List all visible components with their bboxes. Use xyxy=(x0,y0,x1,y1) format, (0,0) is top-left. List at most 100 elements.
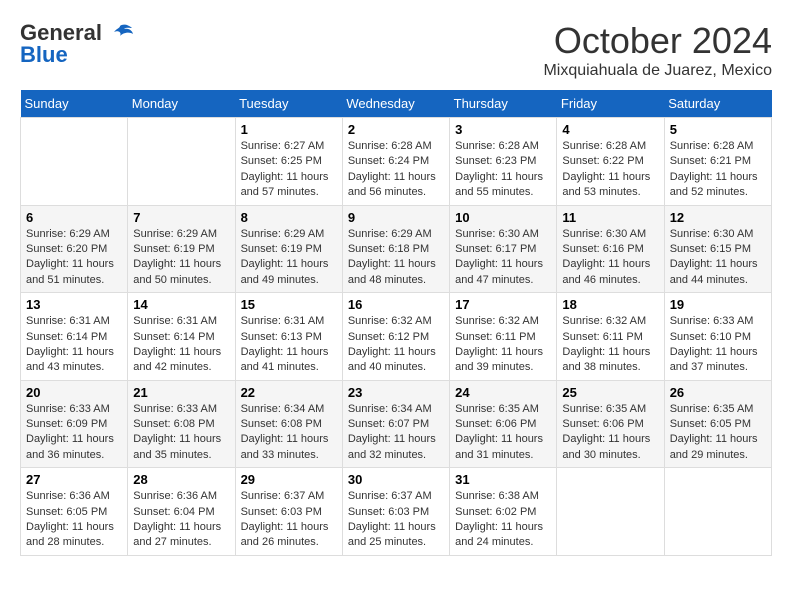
calendar-week-row: 20 Sunrise: 6:33 AMSunset: 6:09 PMDayligh… xyxy=(21,380,772,468)
day-number: 22 xyxy=(241,385,337,400)
day-number: 4 xyxy=(562,122,658,137)
day-number: 26 xyxy=(670,385,766,400)
day-number: 10 xyxy=(455,210,551,225)
day-info: Sunrise: 6:29 AMSunset: 6:19 PMDaylight:… xyxy=(241,227,337,289)
day-info: Sunrise: 6:31 AMSunset: 6:14 PMDaylight:… xyxy=(133,314,229,376)
day-info: Sunrise: 6:37 AMSunset: 6:03 PMDaylight:… xyxy=(348,489,444,551)
day-info: Sunrise: 6:29 AMSunset: 6:19 PMDaylight:… xyxy=(133,227,229,289)
day-number: 9 xyxy=(348,210,444,225)
logo-bird-icon xyxy=(106,24,134,42)
month-title: October 2024 xyxy=(543,20,772,62)
calendar-cell: 31 Sunrise: 6:38 AMSunset: 6:02 PMDayligh… xyxy=(450,468,557,556)
calendar-cell: 19 Sunrise: 6:33 AMSunset: 6:10 PMDayligh… xyxy=(664,293,771,381)
calendar-cell: 17 Sunrise: 6:32 AMSunset: 6:11 PMDayligh… xyxy=(450,293,557,381)
calendar-cell: 15 Sunrise: 6:31 AMSunset: 6:13 PMDayligh… xyxy=(235,293,342,381)
day-number: 23 xyxy=(348,385,444,400)
day-info: Sunrise: 6:33 AMSunset: 6:08 PMDaylight:… xyxy=(133,402,229,464)
day-info: Sunrise: 6:32 AMSunset: 6:11 PMDaylight:… xyxy=(562,314,658,376)
calendar-cell: 1 Sunrise: 6:27 AMSunset: 6:25 PMDaylight… xyxy=(235,118,342,206)
day-info: Sunrise: 6:30 AMSunset: 6:16 PMDaylight:… xyxy=(562,227,658,289)
logo-blue-text: Blue xyxy=(20,42,68,68)
day-number: 20 xyxy=(26,385,122,400)
day-info: Sunrise: 6:27 AMSunset: 6:25 PMDaylight:… xyxy=(241,139,337,201)
calendar-cell: 2Sunrise: 6:28 AMSunset: 6:24 PMDaylight… xyxy=(342,118,449,206)
weekday-header-wednesday: Wednesday xyxy=(342,90,449,118)
calendar-week-row: 13Sunrise: 6:31 AMSunset: 6:14 PMDayligh… xyxy=(21,293,772,381)
calendar-cell: 10 Sunrise: 6:30 AMSunset: 6:17 PMDayligh… xyxy=(450,205,557,293)
day-number: 18 xyxy=(562,297,658,312)
day-number: 12 xyxy=(670,210,766,225)
day-info: Sunrise: 6:29 AMSunset: 6:18 PMDaylight:… xyxy=(348,227,444,289)
day-number: 7 xyxy=(133,210,229,225)
calendar-cell xyxy=(557,468,664,556)
weekday-header-sunday: Sunday xyxy=(21,90,128,118)
day-number: 17 xyxy=(455,297,551,312)
day-info: Sunrise: 6:29 AMSunset: 6:20 PMDaylight:… xyxy=(26,227,122,289)
day-number: 15 xyxy=(241,297,337,312)
day-number: 19 xyxy=(670,297,766,312)
calendar-cell: 24 Sunrise: 6:35 AMSunset: 6:06 PMDayligh… xyxy=(450,380,557,468)
page-header: General Blue October 2024 Mixquiahuala d… xyxy=(20,20,772,80)
calendar-week-row: 6 Sunrise: 6:29 AMSunset: 6:20 PMDaylight… xyxy=(21,205,772,293)
calendar-cell: 21 Sunrise: 6:33 AMSunset: 6:08 PMDayligh… xyxy=(128,380,235,468)
weekday-header-friday: Friday xyxy=(557,90,664,118)
calendar-cell: 26 Sunrise: 6:35 AMSunset: 6:05 PMDayligh… xyxy=(664,380,771,468)
weekday-header-saturday: Saturday xyxy=(664,90,771,118)
calendar-cell: 8 Sunrise: 6:29 AMSunset: 6:19 PMDaylight… xyxy=(235,205,342,293)
day-number: 27 xyxy=(26,472,122,487)
day-info: Sunrise: 6:32 AMSunset: 6:12 PMDaylight:… xyxy=(348,314,444,376)
calendar-cell: 3 Sunrise: 6:28 AMSunset: 6:23 PMDaylight… xyxy=(450,118,557,206)
day-number: 6 xyxy=(26,210,122,225)
day-number: 3 xyxy=(455,122,551,137)
day-info: Sunrise: 6:31 AMSunset: 6:13 PMDaylight:… xyxy=(241,314,337,376)
day-info: Sunrise: 6:32 AMSunset: 6:11 PMDaylight:… xyxy=(455,314,551,376)
day-number: 30 xyxy=(348,472,444,487)
day-number: 14 xyxy=(133,297,229,312)
calendar-cell: 16 Sunrise: 6:32 AMSunset: 6:12 PMDayligh… xyxy=(342,293,449,381)
day-number: 28 xyxy=(133,472,229,487)
day-number: 16 xyxy=(348,297,444,312)
day-number: 8 xyxy=(241,210,337,225)
day-info: Sunrise: 6:28 AMSunset: 6:23 PMDaylight:… xyxy=(455,139,551,201)
day-info: Sunrise: 6:38 AMSunset: 6:02 PMDaylight:… xyxy=(455,489,551,551)
title-block: October 2024 Mixquiahuala de Juarez, Mex… xyxy=(543,20,772,80)
day-info: Sunrise: 6:34 AMSunset: 6:08 PMDaylight:… xyxy=(241,402,337,464)
day-info: Sunrise: 6:35 AMSunset: 6:06 PMDaylight:… xyxy=(455,402,551,464)
calendar-cell: 13Sunrise: 6:31 AMSunset: 6:14 PMDayligh… xyxy=(21,293,128,381)
calendar-cell: 27 Sunrise: 6:36 AMSunset: 6:05 PMDayligh… xyxy=(21,468,128,556)
calendar-cell xyxy=(21,118,128,206)
day-number: 11 xyxy=(562,210,658,225)
day-number: 5 xyxy=(670,122,766,137)
day-number: 21 xyxy=(133,385,229,400)
day-info: Sunrise: 6:28 AMSunset: 6:21 PMDaylight:… xyxy=(670,139,766,201)
day-info: Sunrise: 6:35 AMSunset: 6:05 PMDaylight:… xyxy=(670,402,766,464)
day-info: Sunrise: 6:35 AMSunset: 6:06 PMDaylight:… xyxy=(562,402,658,464)
weekday-header-monday: Monday xyxy=(128,90,235,118)
day-number: 25 xyxy=(562,385,658,400)
day-number: 29 xyxy=(241,472,337,487)
calendar-cell: 6 Sunrise: 6:29 AMSunset: 6:20 PMDaylight… xyxy=(21,205,128,293)
calendar-cell: 20 Sunrise: 6:33 AMSunset: 6:09 PMDayligh… xyxy=(21,380,128,468)
day-info: Sunrise: 6:33 AMSunset: 6:09 PMDaylight:… xyxy=(26,402,122,464)
calendar-cell: 29 Sunrise: 6:37 AMSunset: 6:03 PMDayligh… xyxy=(235,468,342,556)
day-info: Sunrise: 6:30 AMSunset: 6:15 PMDaylight:… xyxy=(670,227,766,289)
calendar-header-row: SundayMondayTuesdayWednesdayThursdayFrid… xyxy=(21,90,772,118)
day-info: Sunrise: 6:30 AMSunset: 6:17 PMDaylight:… xyxy=(455,227,551,289)
calendar-cell: 23Sunrise: 6:34 AMSunset: 6:07 PMDayligh… xyxy=(342,380,449,468)
calendar-cell: 28 Sunrise: 6:36 AMSunset: 6:04 PMDayligh… xyxy=(128,468,235,556)
day-info: Sunrise: 6:31 AMSunset: 6:14 PMDaylight:… xyxy=(26,314,122,376)
calendar-cell: 14 Sunrise: 6:31 AMSunset: 6:14 PMDayligh… xyxy=(128,293,235,381)
day-info: Sunrise: 6:37 AMSunset: 6:03 PMDaylight:… xyxy=(241,489,337,551)
calendar-week-row: 1 Sunrise: 6:27 AMSunset: 6:25 PMDaylight… xyxy=(21,118,772,206)
day-number: 1 xyxy=(241,122,337,137)
day-info: Sunrise: 6:33 AMSunset: 6:10 PMDaylight:… xyxy=(670,314,766,376)
day-number: 24 xyxy=(455,385,551,400)
logo: General Blue xyxy=(20,20,134,68)
calendar-cell: 25 Sunrise: 6:35 AMSunset: 6:06 PMDayligh… xyxy=(557,380,664,468)
day-info: Sunrise: 6:36 AMSunset: 6:05 PMDaylight:… xyxy=(26,489,122,551)
calendar-cell: 18 Sunrise: 6:32 AMSunset: 6:11 PMDayligh… xyxy=(557,293,664,381)
day-number: 31 xyxy=(455,472,551,487)
day-info: Sunrise: 6:36 AMSunset: 6:04 PMDaylight:… xyxy=(133,489,229,551)
calendar-cell: 9 Sunrise: 6:29 AMSunset: 6:18 PMDaylight… xyxy=(342,205,449,293)
calendar-cell: 5 Sunrise: 6:28 AMSunset: 6:21 PMDaylight… xyxy=(664,118,771,206)
